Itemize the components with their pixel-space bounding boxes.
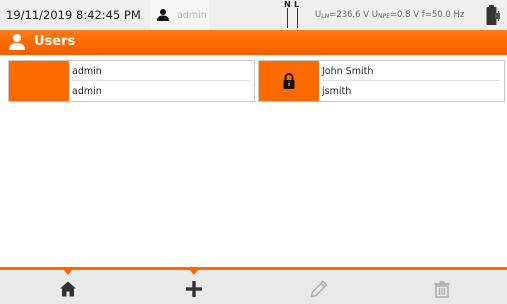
measurement-readout: ULN=236.6 V UNPE=0.8 V f=50.0 Hz <box>315 10 465 20</box>
user-display-name: John Smith <box>322 61 500 81</box>
bottom-toolbar <box>0 267 507 304</box>
phase-line-l <box>297 8 298 28</box>
user-avatar <box>9 61 69 101</box>
trash-icon <box>434 281 450 298</box>
user-card-admin[interactable]: admin admin <box>8 60 255 102</box>
user-display-name: admin <box>72 61 250 81</box>
lock-icon <box>283 73 295 89</box>
user-card-jsmith[interactable]: John Smith jsmith <box>258 60 505 102</box>
home-button[interactable] <box>8 269 128 304</box>
phase-line-n <box>287 8 288 28</box>
current-user-name: admin <box>177 10 207 21</box>
user-icon <box>9 34 25 50</box>
status-bar: 19/11/2019 8:42:45 PM admin N L ULN=236.… <box>0 0 507 30</box>
user-avatar <box>259 61 319 101</box>
pencil-icon <box>310 280 328 298</box>
battery-plug-icon <box>486 5 500 25</box>
title-bar: Users <box>0 30 507 55</box>
user-login: admin <box>72 86 102 97</box>
plus-icon <box>186 281 202 297</box>
active-pointer <box>63 269 73 275</box>
edit-user-button[interactable] <box>259 270 379 304</box>
user-login: jsmith <box>322 86 352 97</box>
user-icon <box>157 9 169 21</box>
add-user-button[interactable] <box>134 269 254 304</box>
home-icon <box>60 281 76 297</box>
active-pointer <box>189 269 199 275</box>
page-title: Users <box>34 34 76 49</box>
delete-user-button[interactable] <box>382 270 502 304</box>
datetime: 19/11/2019 8:42:45 PM <box>6 8 141 22</box>
